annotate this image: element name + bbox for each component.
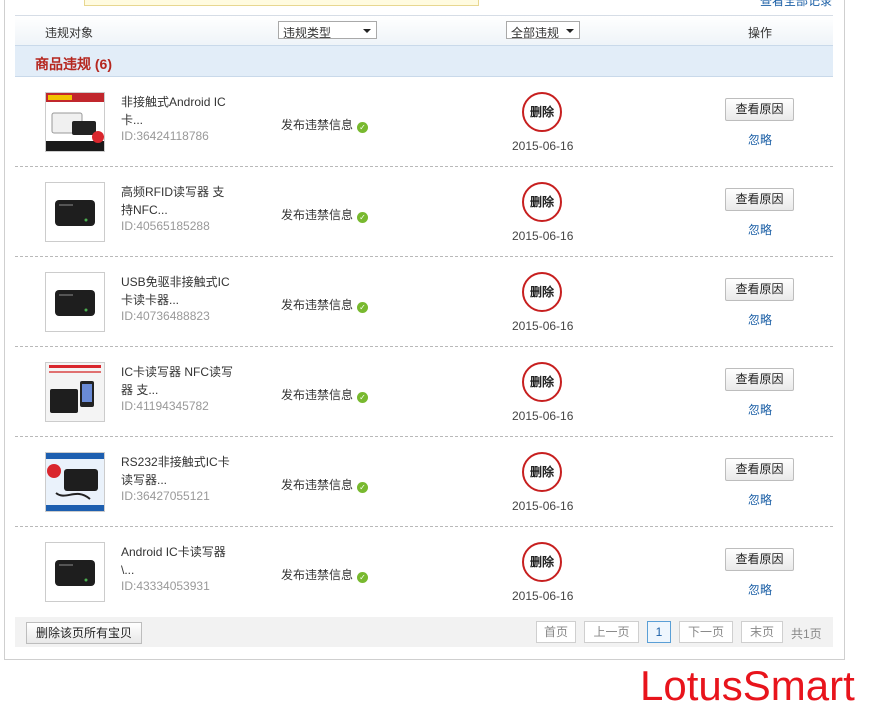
violation-type: 发布违禁信息 ✓ bbox=[281, 386, 369, 403]
notice-bar bbox=[84, 0, 479, 6]
product-name[interactable]: IC卡读写器 NFC读写器 支... bbox=[121, 363, 236, 399]
violation-scope-select-value: 全部违规 bbox=[511, 26, 560, 40]
violation-list: 非接触式Android IC卡... ID:36424118786 发布违禁信息… bbox=[15, 77, 833, 617]
violation-type-select-value: 违规类型 bbox=[283, 26, 332, 40]
deleted-status-badge: 删除 bbox=[522, 452, 562, 492]
check-icon: ✓ bbox=[357, 392, 369, 403]
list-item: 高频RFID读写器 支持NFC... ID:40565185288 发布违禁信息… bbox=[15, 167, 833, 257]
violation-type-label: 发布违禁信息 bbox=[281, 478, 354, 492]
deleted-status-badge: 删除 bbox=[522, 362, 562, 402]
deleted-status-badge: 删除 bbox=[522, 92, 562, 132]
last-page-button[interactable]: 末页 bbox=[741, 621, 783, 643]
product-name[interactable]: RS232非接触式IC卡读写器... bbox=[121, 453, 236, 489]
product-id: ID:40565185288 bbox=[121, 219, 210, 233]
first-page-button[interactable]: 首页 bbox=[536, 621, 576, 643]
deleted-status-badge: 删除 bbox=[522, 182, 562, 222]
product-thumbnail[interactable] bbox=[45, 452, 105, 512]
check-icon: ✓ bbox=[357, 572, 369, 583]
violation-type-label: 发布违禁信息 bbox=[281, 208, 354, 222]
view-reason-button[interactable]: 查看原因 bbox=[725, 98, 794, 121]
view-reason-button[interactable]: 查看原因 bbox=[725, 278, 794, 301]
product-thumbnail[interactable] bbox=[45, 362, 105, 422]
violation-date: 2015-06-16 bbox=[512, 589, 574, 603]
violation-type-label: 发布违禁信息 bbox=[281, 298, 354, 312]
product-name[interactable]: USB免驱非接触式IC卡读卡器... bbox=[121, 273, 236, 309]
ignore-link[interactable]: 忽略 bbox=[748, 131, 772, 148]
product-id: ID:36427055121 bbox=[121, 489, 210, 503]
product-thumbnail[interactable] bbox=[45, 182, 105, 242]
chevron-down-icon bbox=[363, 29, 371, 33]
list-item: RS232非接触式IC卡读写器... ID:36427055121 发布违禁信息… bbox=[15, 437, 833, 527]
violation-scope-select[interactable]: 全部违规 bbox=[506, 21, 580, 40]
violation-type: 发布违禁信息 ✓ bbox=[281, 206, 369, 223]
product-id: ID:43334053931 bbox=[121, 579, 210, 593]
violation-type: 发布违禁信息 ✓ bbox=[281, 566, 369, 583]
col-header-object: 违规对象 bbox=[45, 26, 94, 40]
violation-type-select[interactable]: 违规类型 bbox=[278, 21, 377, 40]
list-item: Android IC卡读写器\... ID:43334053931 发布违禁信息… bbox=[15, 527, 833, 617]
product-thumbnail[interactable] bbox=[45, 92, 105, 152]
ignore-link[interactable]: 忽略 bbox=[748, 491, 772, 508]
product-id: ID:41194345782 bbox=[121, 399, 209, 413]
view-all-records-link[interactable]: 查看全部记录 bbox=[760, 0, 832, 9]
deleted-status-badge: 删除 bbox=[522, 272, 562, 312]
deleted-status-badge: 删除 bbox=[522, 542, 562, 582]
view-reason-button[interactable]: 查看原因 bbox=[725, 188, 794, 211]
list-item: IC卡读写器 NFC读写器 支... ID:41194345782 发布违禁信息… bbox=[15, 347, 833, 437]
product-name[interactable]: 高频RFID读写器 支持NFC... bbox=[121, 183, 236, 219]
ignore-link[interactable]: 忽略 bbox=[748, 221, 772, 238]
view-reason-button[interactable]: 查看原因 bbox=[725, 458, 794, 481]
violation-date: 2015-06-16 bbox=[512, 319, 574, 333]
view-reason-button[interactable]: 查看原因 bbox=[725, 368, 794, 391]
brand-watermark: LotusSmart bbox=[640, 662, 855, 709]
violation-date: 2015-06-16 bbox=[512, 139, 574, 153]
product-id: ID:40736488823 bbox=[121, 309, 210, 323]
ignore-link[interactable]: 忽略 bbox=[748, 581, 772, 598]
violation-type-label: 发布违禁信息 bbox=[281, 568, 354, 582]
ignore-link[interactable]: 忽略 bbox=[748, 311, 772, 328]
check-icon: ✓ bbox=[357, 212, 369, 223]
section-header: 商品违规 (6) bbox=[15, 45, 833, 77]
col-header-action: 操作 bbox=[748, 26, 773, 40]
section-title: 商品违规 (6) bbox=[35, 56, 112, 72]
violation-type-label: 发布违禁信息 bbox=[281, 388, 354, 402]
current-page[interactable]: 1 bbox=[647, 621, 671, 643]
product-thumbnail[interactable] bbox=[45, 542, 105, 602]
violation-type-label: 发布违禁信息 bbox=[281, 118, 354, 132]
violation-date: 2015-06-16 bbox=[512, 409, 574, 423]
prev-page-button[interactable]: 上一页 bbox=[584, 621, 639, 643]
view-reason-button[interactable]: 查看原因 bbox=[725, 548, 794, 571]
page-total: 共1页 bbox=[791, 627, 822, 641]
chevron-down-icon bbox=[566, 29, 574, 33]
list-item: USB免驱非接触式IC卡读卡器... ID:40736488823 发布违禁信息… bbox=[15, 257, 833, 347]
list-item: 非接触式Android IC卡... ID:36424118786 发布违禁信息… bbox=[15, 77, 833, 167]
violation-type: 发布违禁信息 ✓ bbox=[281, 116, 369, 133]
check-icon: ✓ bbox=[357, 302, 369, 313]
violation-type: 发布违禁信息 ✓ bbox=[281, 476, 369, 493]
product-thumbnail[interactable] bbox=[45, 272, 105, 332]
check-icon: ✓ bbox=[357, 482, 369, 493]
violation-type: 发布违禁信息 ✓ bbox=[281, 296, 369, 313]
check-icon: ✓ bbox=[357, 122, 369, 133]
ignore-link[interactable]: 忽略 bbox=[748, 401, 772, 418]
product-id: ID:36424118786 bbox=[121, 129, 209, 143]
violation-date: 2015-06-16 bbox=[512, 499, 574, 513]
product-name[interactable]: Android IC卡读写器\... bbox=[121, 543, 236, 579]
next-page-button[interactable]: 下一页 bbox=[679, 621, 733, 643]
delete-all-on-page-button[interactable]: 删除该页所有宝贝 bbox=[26, 622, 143, 644]
list-footer: 删除该页所有宝贝 首页 上一页 1 下一页 末页 共1页 bbox=[15, 617, 833, 647]
product-name[interactable]: 非接触式Android IC卡... bbox=[121, 93, 236, 129]
violation-date: 2015-06-16 bbox=[512, 229, 574, 243]
table-header: 违规对象 违规类型 全部违规 操作 bbox=[15, 15, 833, 46]
